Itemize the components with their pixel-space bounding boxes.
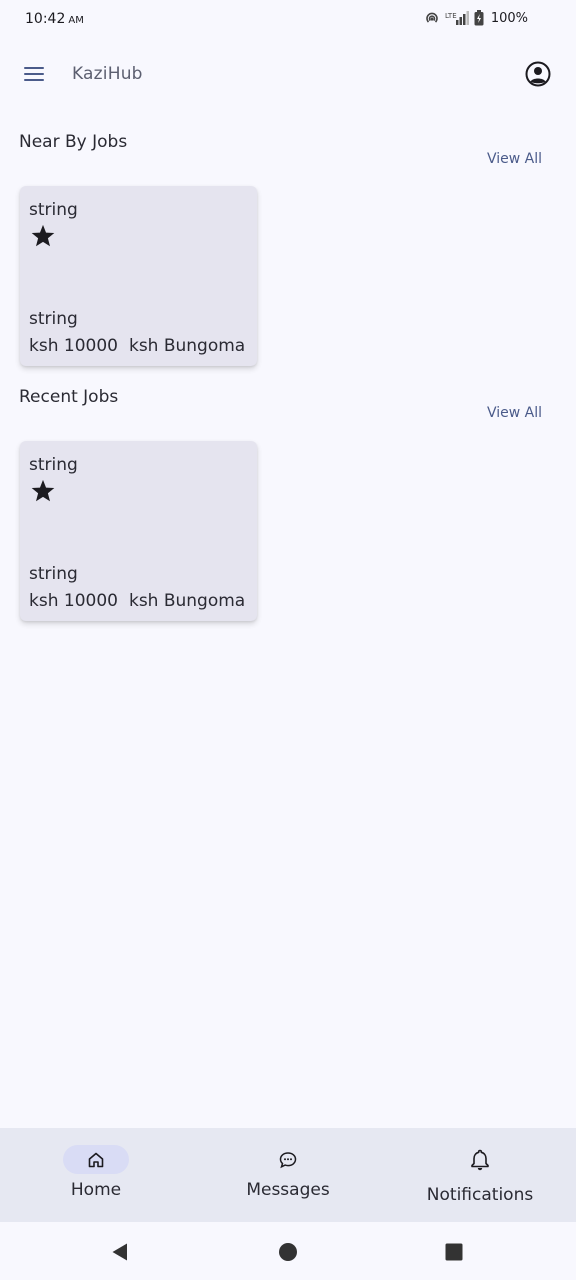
account-button[interactable]	[518, 54, 558, 94]
nav-label-notifications: Notifications	[426, 1185, 534, 1205]
home-icon	[88, 1152, 104, 1167]
signal-icon: LTE	[445, 11, 469, 25]
recent-jobs-title: Recent Jobs	[19, 387, 119, 407]
job-card-price: ksh 10000	[29, 591, 118, 611]
bell-icon	[471, 1149, 489, 1170]
recents-icon	[445, 1243, 463, 1261]
job-card-title: string	[29, 200, 78, 220]
status-time-value: 10:42	[25, 11, 66, 27]
status-bar: 10:42 AM LTE 100%	[0, 0, 576, 36]
system-recents-button[interactable]	[442, 1240, 466, 1264]
nav-item-messages[interactable]: Messages	[192, 1128, 384, 1222]
recent-job-card[interactable]: string string ksh 10000 ksh Bungoma	[20, 441, 257, 621]
nav-item-notifications[interactable]: Notifications	[384, 1128, 576, 1222]
status-icons: LTE 100%	[424, 9, 528, 27]
nav-label-messages: Messages	[246, 1180, 330, 1200]
star-icon[interactable]	[29, 222, 57, 250]
system-back-button[interactable]	[108, 1240, 132, 1264]
job-card-price: ksh 10000	[29, 336, 118, 356]
battery-percent: 100%	[490, 10, 528, 26]
job-card-meta: ksh 10000 ksh Bungoma	[29, 591, 245, 611]
app-title: KaziHub	[72, 64, 143, 84]
battery-icon	[474, 10, 484, 26]
svg-text:LTE: LTE	[445, 12, 457, 20]
job-card-location: ksh Bungoma	[128, 336, 246, 356]
nav-messages-icon-holder	[255, 1145, 321, 1174]
nav-item-home[interactable]: Home	[0, 1128, 192, 1222]
account-circle-icon	[525, 61, 551, 87]
system-home-button[interactable]	[276, 1240, 300, 1264]
near-by-jobs-title: Near By Jobs	[19, 132, 128, 152]
screen: 10:42 AM LTE 100% KaziHub Near By Jobs V…	[0, 0, 576, 1280]
nav-label-home: Home	[70, 1180, 122, 1200]
bottom-navigation: Home Messages Notifications	[0, 1128, 576, 1222]
back-icon	[112, 1243, 127, 1261]
nav-notifications-icon-holder	[447, 1145, 513, 1174]
job-card-meta: ksh 10000 ksh Bungoma	[29, 336, 245, 356]
menu-icon	[24, 67, 44, 81]
job-card-location: ksh Bungoma	[128, 591, 246, 611]
hotspot-icon	[426, 12, 438, 23]
status-time: 10:42 AM	[25, 11, 84, 27]
star-icon[interactable]	[29, 477, 57, 505]
job-card-subtitle: string	[29, 564, 78, 584]
near-by-job-card[interactable]: string string ksh 10000 ksh Bungoma	[20, 186, 257, 366]
chat-bubble-icon	[279, 1151, 297, 1168]
job-card-title: string	[29, 455, 78, 475]
status-time-ampm: AM	[68, 15, 84, 26]
recent-jobs-view-all-link[interactable]: View All	[487, 405, 542, 421]
menu-button[interactable]	[14, 54, 54, 94]
home-circle-icon	[279, 1243, 297, 1261]
app-bar: KaziHub	[0, 44, 576, 104]
nav-active-indicator	[63, 1145, 129, 1174]
system-navigation-bar	[0, 1222, 576, 1280]
job-card-subtitle: string	[29, 309, 78, 329]
near-by-jobs-view-all-link[interactable]: View All	[487, 151, 542, 167]
